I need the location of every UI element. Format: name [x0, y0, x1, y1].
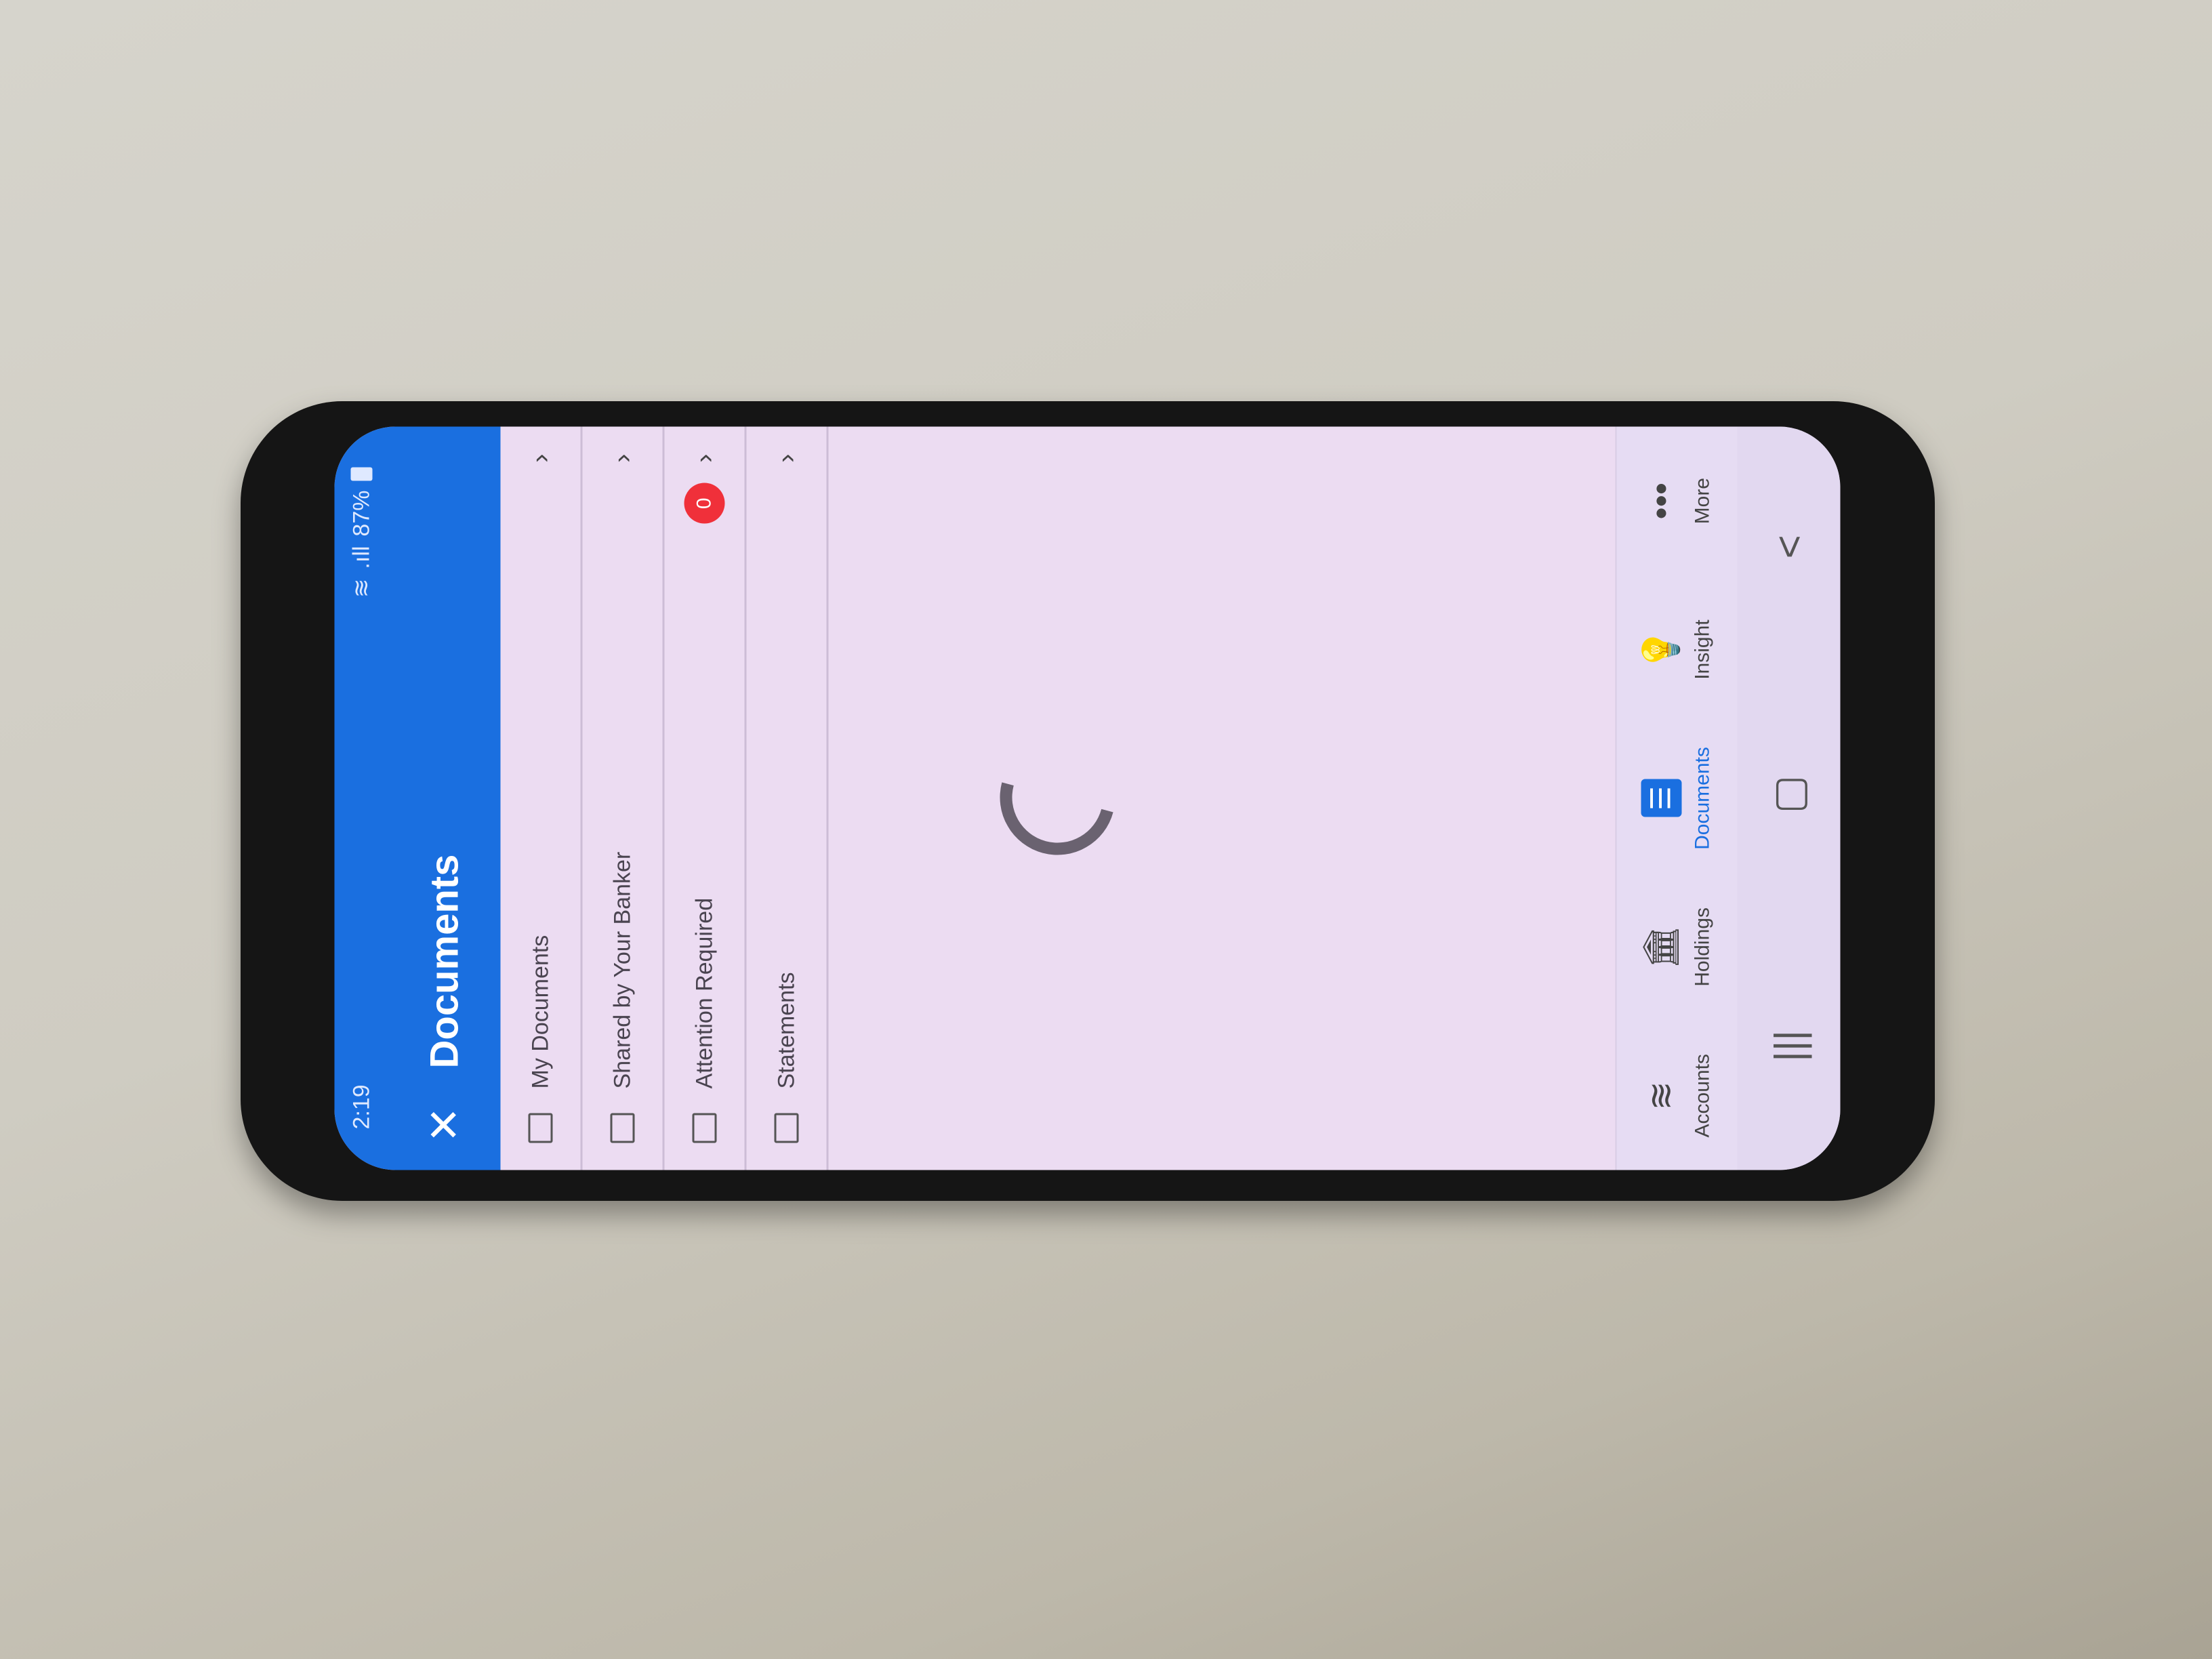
folder-label: Attention Required	[691, 897, 717, 1089]
bottom-tab-bar: ≋ Accounts 🏛 Holdings ☰ Documents 💡 Insi…	[1615, 426, 1739, 1170]
folder-icon	[692, 1113, 717, 1143]
chevron-right-icon: ›	[525, 453, 555, 463]
system-nav-bar: ||| ▢ <	[1737, 426, 1841, 1170]
signal-icon: .ıll	[348, 546, 374, 569]
folder-label: Statements	[773, 972, 799, 1089]
folder-label: Shared by Your Banker	[609, 851, 635, 1089]
tab-documents[interactable]: ☰ Documents	[1617, 724, 1739, 872]
chevron-right-icon: ›	[771, 453, 801, 463]
folder-icon	[528, 1113, 553, 1143]
tab-label: Documents	[1691, 747, 1714, 850]
folder-statements[interactable]: Statements ›	[746, 426, 829, 1170]
status-bar: 2:19 ≋ .ıll 87%	[335, 427, 389, 1170]
app-bar: 2:19 ≋ .ıll 87% ✕ Documents	[334, 426, 501, 1170]
battery-level: 87%	[348, 490, 374, 537]
more-icon: •••	[1641, 482, 1681, 520]
count-badge: 0	[684, 483, 725, 524]
close-icon[interactable]: ✕	[419, 1089, 470, 1143]
coins-icon: ≋	[1641, 1081, 1681, 1111]
tab-label: Insight	[1691, 619, 1714, 680]
battery-icon	[350, 467, 373, 481]
folder-shared-by-banker[interactable]: Shared by Your Banker ›	[582, 426, 665, 1170]
wifi-icon: ≋	[348, 578, 375, 598]
tab-insight[interactable]: 💡 Insight	[1617, 575, 1739, 724]
folder-list: My Documents › Shared by Your Banker › A…	[500, 426, 829, 1170]
chevron-right-icon: ›	[689, 453, 719, 463]
lightbulb-icon: 💡	[1641, 628, 1681, 672]
folder-attention-required[interactable]: Attention Required 0 ›	[664, 426, 747, 1170]
tab-more[interactable]: ••• More	[1617, 427, 1739, 575]
status-time: 2:19	[348, 1084, 374, 1130]
tab-label: Accounts	[1691, 1054, 1714, 1138]
phone-screen: 2:19 ≋ .ıll 87% ✕ Documents My Documents…	[334, 426, 1841, 1170]
tab-label: More	[1691, 478, 1714, 525]
folder-icon	[774, 1113, 799, 1143]
bank-icon: 🏛	[1641, 924, 1681, 970]
folder-my-documents[interactable]: My Documents ›	[500, 426, 583, 1170]
tab-holdings[interactable]: 🏛 Holdings	[1617, 873, 1739, 1021]
tab-accounts[interactable]: ≋ Accounts	[1617, 1021, 1739, 1170]
page-title: Documents	[422, 854, 467, 1069]
chevron-right-icon: ›	[607, 453, 637, 463]
back-button[interactable]: <	[1765, 535, 1812, 558]
home-button[interactable]: ▢	[1765, 775, 1813, 814]
folder-label: My Documents	[527, 935, 553, 1089]
folder-icon	[610, 1113, 635, 1143]
loading-spinner	[979, 718, 1136, 876]
recents-button[interactable]: |||	[1765, 1030, 1812, 1062]
tab-label: Holdings	[1691, 907, 1714, 987]
document-icon: ☰	[1641, 779, 1682, 817]
